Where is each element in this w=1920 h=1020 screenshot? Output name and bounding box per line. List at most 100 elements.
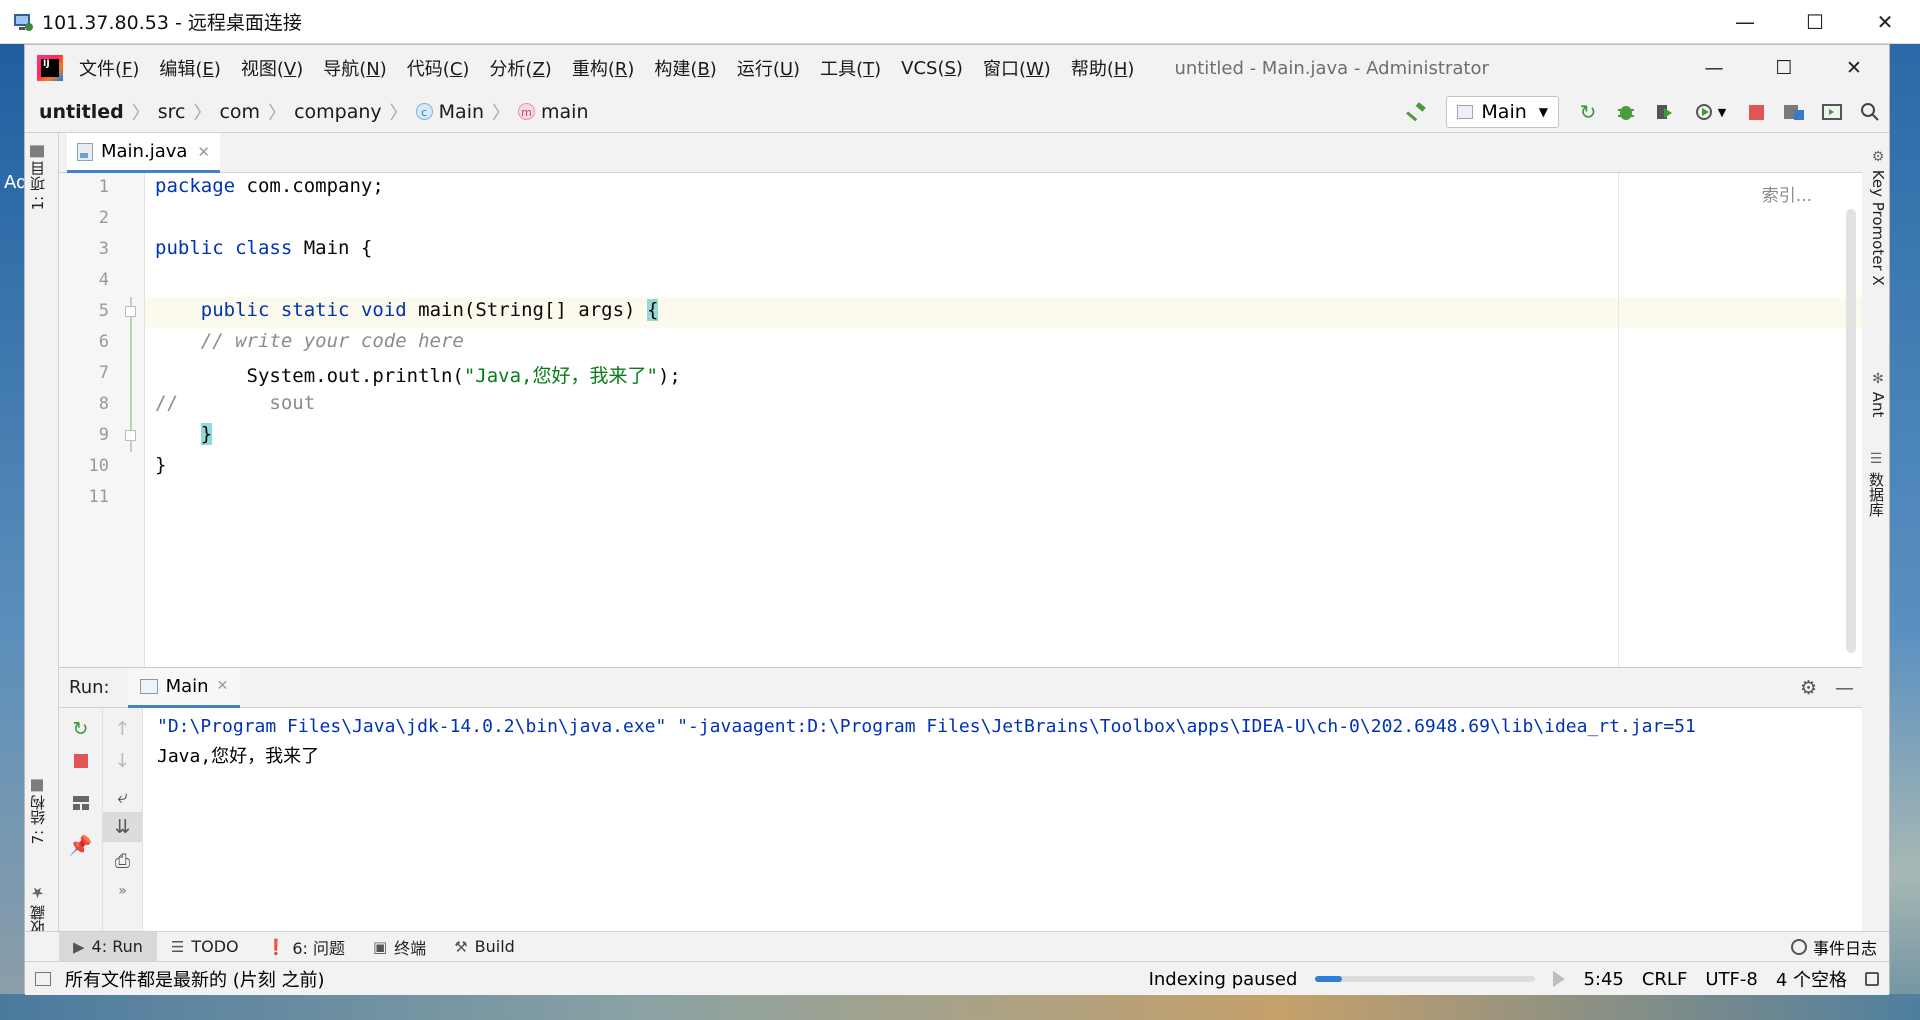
console-icon — [139, 678, 158, 694]
tool-tab-problems[interactable]: ❗ 6: 问题 — [253, 932, 359, 962]
tool-tab-terminal[interactable]: ▣ 终端 — [359, 932, 440, 962]
problems-icon: ❗ — [266, 937, 286, 956]
tab-main-java[interactable]: Main.java ✕ — [67, 133, 220, 173]
profile-icon[interactable]: ▼ — [1683, 91, 1737, 133]
tool-window-structure[interactable]: 7: 结构 — [27, 779, 48, 844]
run-config-icon — [1457, 105, 1474, 119]
key-promoter-icon: ⚙ — [1870, 149, 1886, 165]
ide-minimize-button[interactable]: — — [1679, 45, 1749, 91]
tool-tab-build[interactable]: ⚒ Build — [440, 932, 529, 962]
list-icon: ☰ — [170, 937, 185, 956]
build-hammer-icon[interactable] — [1398, 91, 1436, 133]
ide-close-button[interactable]: ✕ — [1819, 45, 1889, 91]
lock-icon[interactable] — [1865, 972, 1879, 986]
close-tab-icon[interactable]: ✕ — [197, 143, 210, 161]
desktop-background-left: Ad — [0, 44, 27, 1020]
indent-setting[interactable]: 4 个空格 — [1776, 966, 1847, 992]
run-tab-main[interactable]: Main ✕ — [127, 667, 241, 708]
breadcrumb-separator-icon: 〉 — [492, 102, 511, 124]
line-number: 1 — [98, 177, 109, 197]
more-icon[interactable]: » — [103, 876, 142, 906]
matched-brace: { — [646, 299, 659, 321]
stop-icon[interactable] — [1737, 91, 1775, 133]
line-separator[interactable]: CRLF — [1642, 969, 1687, 990]
hide-panel-icon[interactable]: — — [1835, 677, 1854, 699]
event-log-button[interactable]: 事件日志 — [1790, 932, 1877, 962]
run-header: Run: Main ✕ ⚙ — — [59, 667, 1862, 708]
resume-indexing-icon[interactable] — [1553, 971, 1566, 987]
ide-maximize-button[interactable]: ☐ — [1749, 45, 1819, 91]
fold-toggle-icon[interactable] — [125, 306, 136, 317]
line-number: 5 — [98, 301, 109, 321]
run-play-icon: ▶ — [73, 937, 85, 956]
line-number: 8 — [98, 394, 109, 414]
breadcrumb: untitled 〉 src 〉 com 〉 company 〉 c Main 〉… — [39, 99, 589, 125]
rerun-icon[interactable]: ↻ — [59, 714, 102, 744]
toggle-tool-windows-icon[interactable] — [35, 971, 51, 986]
arrow-down-icon[interactable]: ↓ — [103, 746, 142, 776]
file-encoding[interactable]: UTF-8 — [1705, 969, 1757, 990]
tool-window-project[interactable]: 1: 项目 — [27, 145, 48, 210]
scroll-to-end-icon[interactable]: ⇊ — [103, 812, 142, 842]
run-tool-window: Run: Main ✕ ⚙ — ↻ 📌 ↑ ↓ ⤶ ⇊ ⎙ » "D:\Prog… — [59, 667, 1862, 976]
rdp-maximize-button[interactable]: ☐ — [1780, 0, 1850, 44]
menu-file[interactable]: 文件(F) — [79, 55, 139, 81]
menu-window[interactable]: 窗口(W) — [983, 55, 1051, 81]
soft-wrap-icon[interactable]: ⤶ — [103, 782, 142, 812]
search-icon[interactable] — [1851, 91, 1889, 133]
toggle-toolbar-icon[interactable] — [1813, 91, 1851, 133]
fold-toggle-icon[interactable] — [125, 430, 136, 441]
menu-analyze[interactable]: 分析(Z) — [489, 55, 551, 81]
rdp-minimize-button[interactable]: — — [1710, 0, 1780, 44]
breadcrumb-com[interactable]: com — [219, 101, 260, 123]
editor-scrollbar[interactable] — [1846, 209, 1856, 653]
menu-build[interactable]: 构建(B) — [654, 55, 716, 81]
status-bar: 所有文件都是最新的 (片刻 之前) Indexing paused 5:45 C… — [25, 961, 1889, 995]
breadcrumb-src[interactable]: src — [158, 101, 186, 123]
left-tool-strip: 1: 项目 7: 结构 2: 收藏 ★ — [25, 133, 59, 975]
menu-refactor[interactable]: 重构(R) — [572, 55, 635, 81]
rdp-close-button[interactable]: ✕ — [1850, 0, 1920, 44]
rerun-icon[interactable]: ↻ — [1569, 91, 1607, 133]
stop-icon[interactable] — [59, 746, 102, 776]
menu-vcs[interactable]: VCS(S) — [901, 58, 963, 79]
tool-tab-run[interactable]: ▶ 4: Run — [59, 931, 157, 962]
class-icon: c — [415, 103, 433, 120]
menu-navigate[interactable]: 导航(N) — [323, 55, 387, 81]
menu-code[interactable]: 代码(C) — [407, 55, 470, 81]
code-editor[interactable]: 1 2 3 4 5 6 7 8 9 10 11 package com.comp… — [59, 173, 1862, 667]
right-tool-strip: ⚙ Key Promoter X ✻ Ant ☰ 数据库 — [1861, 133, 1889, 975]
breadcrumb-company[interactable]: company — [294, 101, 382, 123]
close-run-tab-icon[interactable]: ✕ — [217, 678, 229, 694]
terminal-icon: ▣ — [372, 937, 388, 956]
event-log-icon — [1790, 939, 1807, 955]
print-icon[interactable]: ⎙ — [103, 846, 142, 876]
settings-gear-icon[interactable]: ⚙ — [1800, 677, 1817, 699]
code-line-8: // sout — [155, 392, 316, 414]
breadcrumb-class[interactable]: c Main — [415, 101, 484, 123]
arrow-up-icon[interactable]: ↑ — [103, 714, 142, 744]
menu-help[interactable]: 帮助(H) — [1071, 55, 1135, 81]
breadcrumb-project[interactable]: untitled — [39, 101, 124, 123]
tool-window-key-promoter[interactable]: ⚙ Key Promoter X — [1869, 149, 1887, 286]
tool-window-ant[interactable]: ✻ Ant — [1869, 371, 1887, 417]
indexing-status[interactable]: Indexing paused — [1149, 969, 1298, 990]
breadcrumb-method[interactable]: m main — [518, 101, 589, 123]
tool-window-database[interactable]: ☰ 数据库 — [1866, 451, 1887, 517]
run-configuration-select[interactable]: Main ▼ — [1446, 96, 1559, 128]
restore-layout-icon[interactable] — [59, 788, 102, 818]
breadcrumb-separator-icon: 〉 — [268, 102, 287, 124]
pin-tab-icon[interactable]: 📌 — [59, 830, 102, 860]
menu-tools[interactable]: 工具(T) — [820, 55, 881, 81]
project-structure-icon[interactable] — [1775, 91, 1813, 133]
database-icon: ☰ — [1868, 451, 1884, 467]
ide-window: IJ 文件(F) 编辑(E) 视图(V) 导航(N) 代码(C) 分析(Z) 重… — [24, 44, 1890, 995]
menu-run[interactable]: 运行(U) — [737, 55, 800, 81]
menu-view[interactable]: 视图(V) — [241, 55, 303, 81]
menu-edit[interactable]: 编辑(E) — [159, 55, 220, 81]
debug-bug-icon[interactable] — [1607, 91, 1645, 133]
line-gutter: 1 2 3 4 5 6 7 8 9 10 11 — [59, 173, 145, 667]
coverage-icon[interactable] — [1645, 91, 1683, 133]
caret-position[interactable]: 5:45 — [1583, 969, 1623, 990]
tool-tab-todo[interactable]: ☰ TODO — [157, 932, 253, 962]
